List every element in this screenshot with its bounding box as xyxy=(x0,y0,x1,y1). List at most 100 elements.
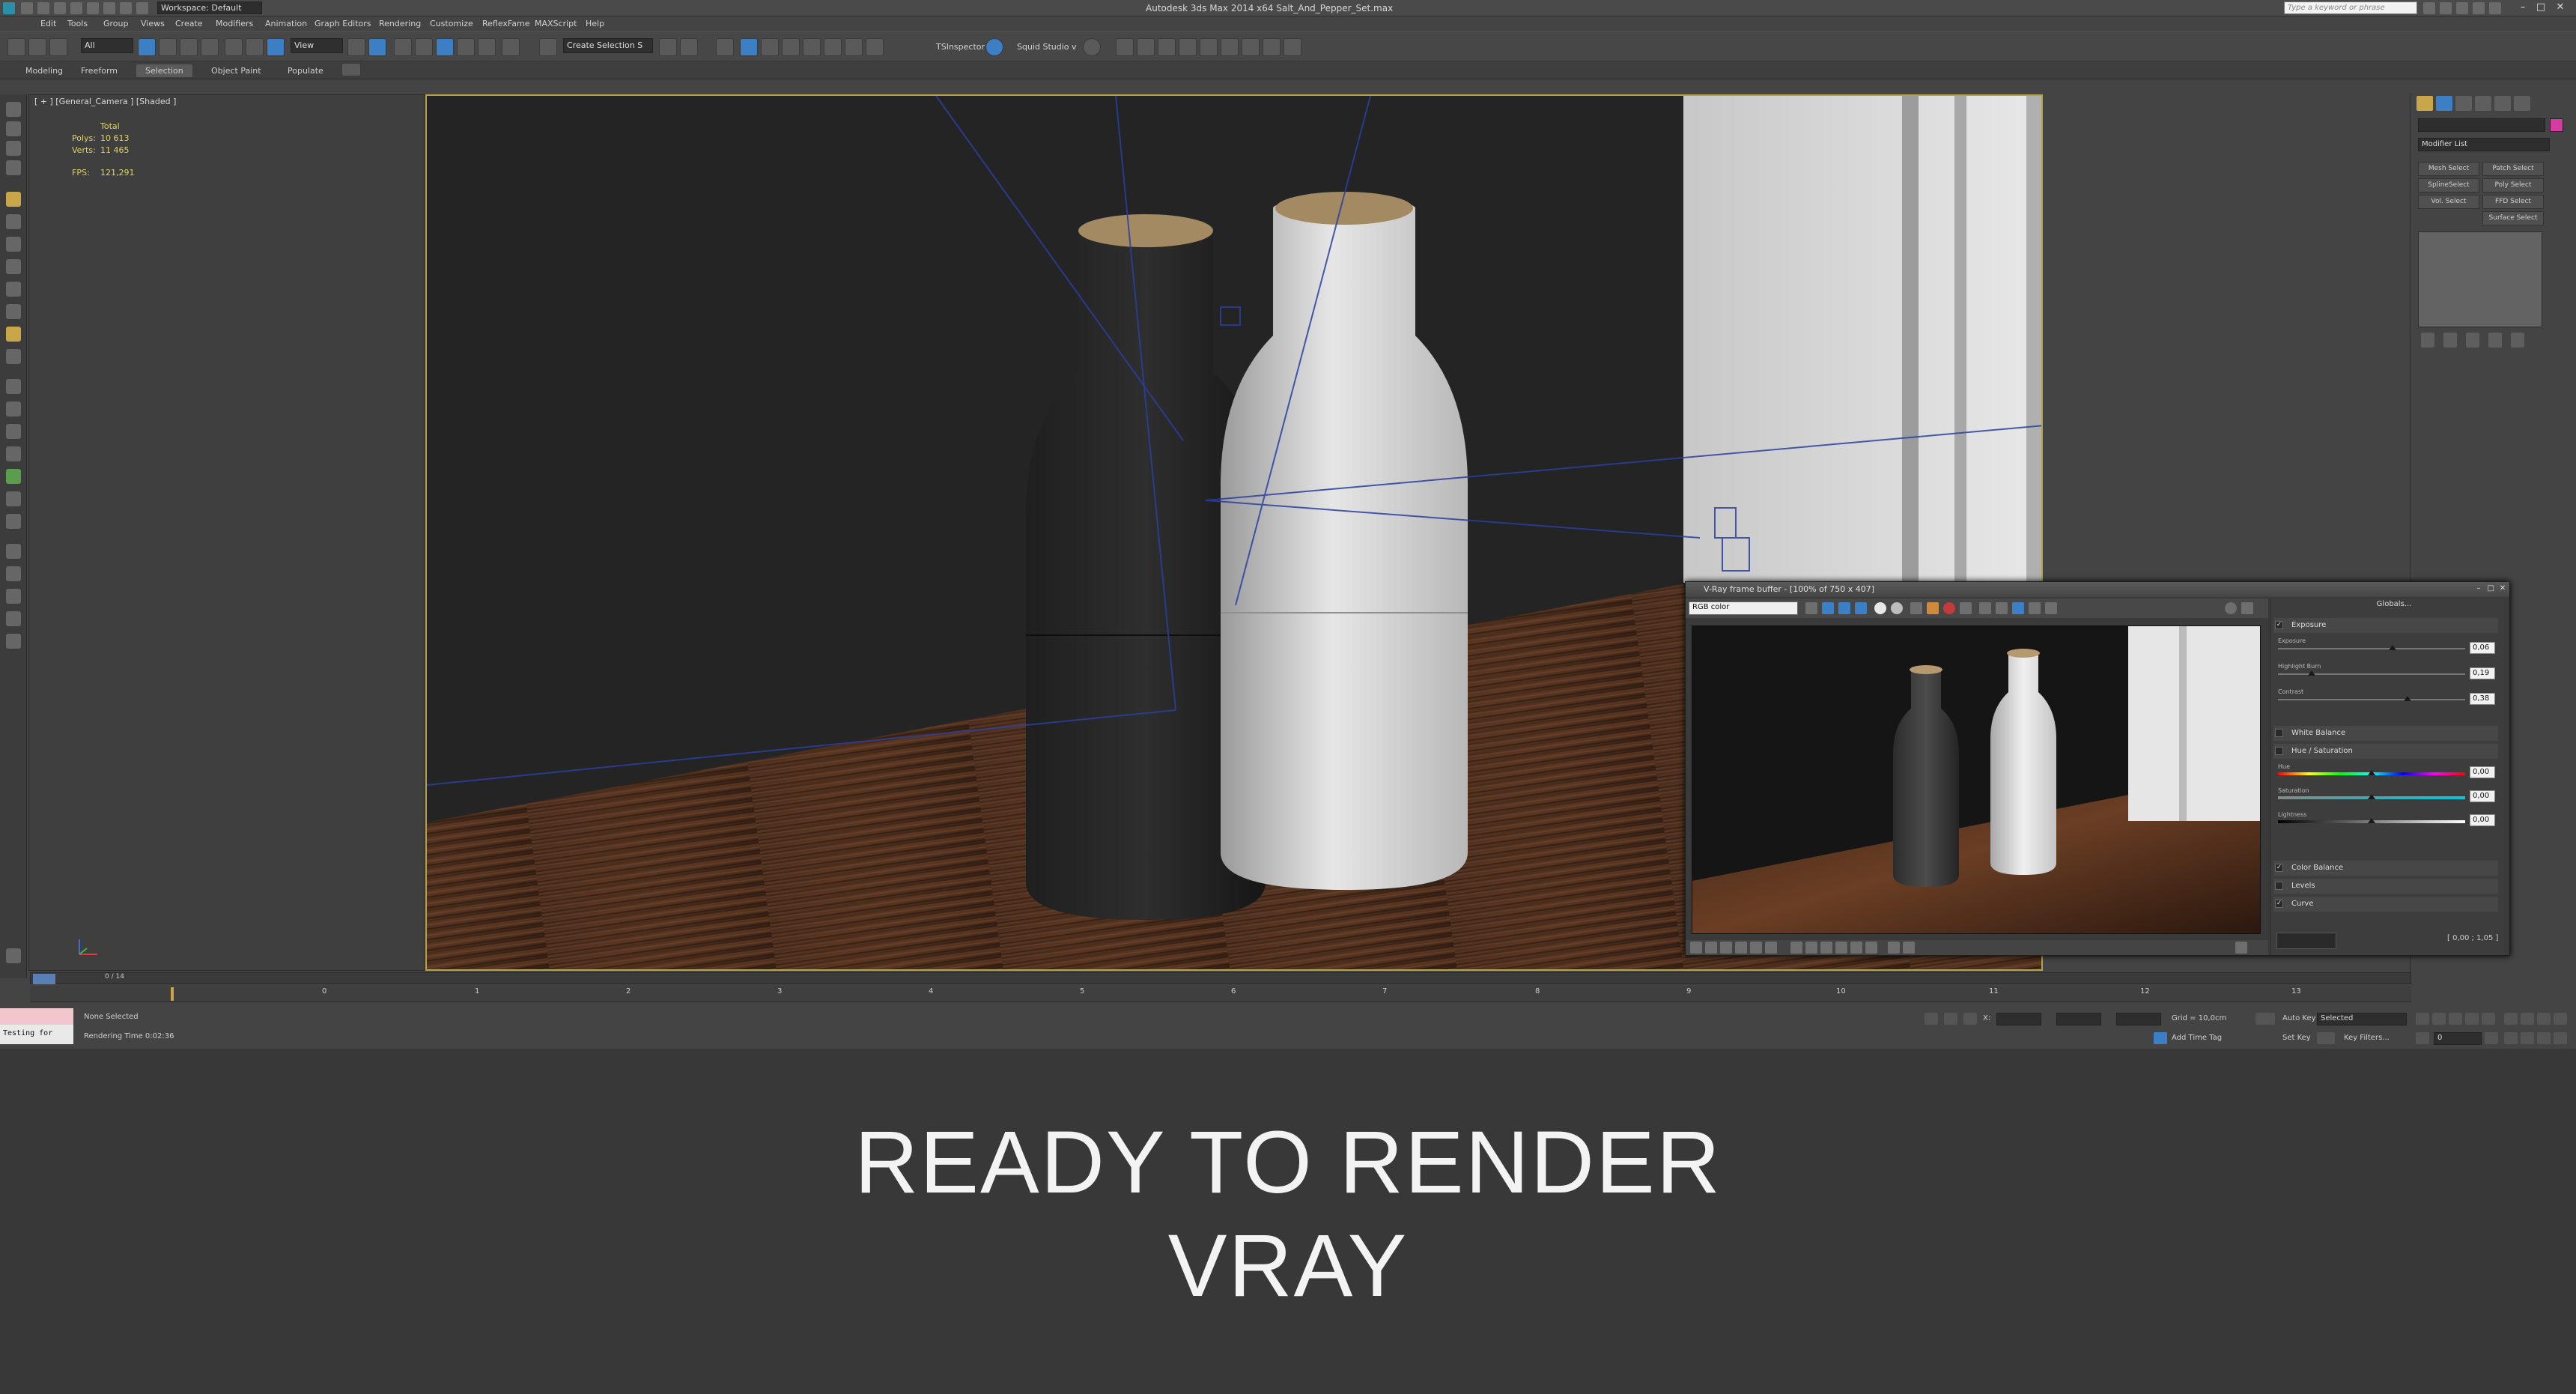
pan-view-icon[interactable] xyxy=(2521,1032,2534,1044)
render-last-icon[interactable] xyxy=(1979,602,1991,614)
particle-icon[interactable] xyxy=(6,491,21,506)
vray-render-icon[interactable] xyxy=(1116,38,1134,56)
scale-icon[interactable] xyxy=(267,38,285,56)
hold-icon[interactable] xyxy=(103,2,115,14)
layer-manager-icon[interactable] xyxy=(716,38,734,56)
curve-row[interactable]: ✓ Curve xyxy=(2273,897,2498,912)
uvw-map-icon[interactable] xyxy=(6,401,21,416)
units-icon[interactable] xyxy=(6,611,21,626)
vfb-title[interactable]: V-Ray frame buffer - [100% of 750 x 407] xyxy=(1686,582,2509,597)
bind-spacewarp-icon[interactable] xyxy=(49,38,67,56)
link-icon[interactable] xyxy=(7,38,25,56)
close-icon[interactable]: ✕ xyxy=(2554,1,2567,13)
configure-sets-icon[interactable] xyxy=(2511,333,2524,348)
subscription-icon[interactable] xyxy=(2440,2,2452,14)
vray-teapot-icon[interactable] xyxy=(1179,38,1197,56)
menu-graph-editors[interactable]: Graph Editors xyxy=(315,19,371,28)
curve-checkbox[interactable]: ✓ xyxy=(2275,900,2283,908)
time-tag-icon[interactable] xyxy=(2154,1032,2167,1044)
hue-slider[interactable] xyxy=(2278,770,2465,775)
material-sphere-icon[interactable] xyxy=(6,544,21,559)
motion-tab-icon[interactable] xyxy=(2475,96,2491,111)
redo-icon[interactable] xyxy=(87,2,99,14)
maximize-icon[interactable]: □ xyxy=(2534,1,2548,13)
menu-edit[interactable]: Edit xyxy=(40,19,56,28)
show-blue-channel-icon[interactable] xyxy=(1891,602,1903,614)
saturation-slider[interactable] xyxy=(2278,794,2465,799)
vfb-bottom-tool-8-icon[interactable] xyxy=(1805,942,1817,954)
rotate-icon[interactable] xyxy=(246,38,264,56)
schematic-view-icon[interactable] xyxy=(782,38,800,56)
create-lights-icon[interactable] xyxy=(6,141,21,156)
expand-arrow-icon[interactable] xyxy=(6,948,21,963)
tab-populate[interactable]: Populate xyxy=(279,64,332,77)
zoom-extents-icon[interactable] xyxy=(2537,1013,2551,1025)
save-image-icon[interactable] xyxy=(1805,602,1817,614)
tsinspector-label[interactable]: TSInspector xyxy=(936,42,985,52)
x-coordinate-field[interactable] xyxy=(1996,1013,2041,1025)
zoom-all-icon[interactable] xyxy=(2521,1013,2534,1025)
object-name-field[interactable] xyxy=(2418,118,2545,132)
zoom-icon[interactable] xyxy=(2504,1013,2518,1025)
search-binoculars-icon[interactable] xyxy=(2423,2,2435,14)
mirror-icon[interactable] xyxy=(659,38,677,56)
maxscript-input[interactable]: Testing for xyxy=(3,1029,52,1037)
save-file-icon[interactable] xyxy=(54,2,66,14)
track-bar[interactable] xyxy=(30,986,2411,1002)
tab-modeling[interactable]: Modeling xyxy=(16,64,72,77)
surface-select-button[interactable]: Surface Select xyxy=(2482,211,2544,225)
edit-named-selection-icon[interactable] xyxy=(502,38,520,56)
stop-render-icon[interactable] xyxy=(1943,602,1955,614)
asset-library-icon[interactable] xyxy=(1284,38,1301,56)
maxscript-listener[interactable]: Testing for xyxy=(0,1008,73,1044)
lut-icon[interactable] xyxy=(2029,602,2041,614)
left-viewport-panel[interactable] xyxy=(28,94,425,971)
vfb-bottom-tool-12-icon[interactable] xyxy=(1865,942,1877,954)
levels-row[interactable]: Levels xyxy=(2273,879,2498,894)
menu-create[interactable]: Create xyxy=(175,19,203,28)
maximize-viewport-icon[interactable] xyxy=(2554,1032,2567,1044)
hue-saturation-row[interactable]: Hue / Saturation xyxy=(2273,744,2498,759)
ribbon-minimize-icon[interactable] xyxy=(341,63,361,76)
lightness-value[interactable]: 0,00 xyxy=(2470,814,2495,826)
vfb-bottom-tool-9-icon[interactable] xyxy=(1820,942,1832,954)
color-balance-checkbox[interactable]: ✓ xyxy=(2275,864,2283,872)
white-balance-checkbox[interactable] xyxy=(2275,729,2283,737)
window-crossing-icon[interactable] xyxy=(201,38,219,56)
new-file-icon[interactable] xyxy=(21,2,33,14)
time-configuration-icon[interactable] xyxy=(2485,1032,2498,1044)
curve-editor[interactable] xyxy=(2276,933,2336,949)
menu-help[interactable]: Help xyxy=(586,19,604,28)
cone-primitive-icon[interactable] xyxy=(6,304,21,319)
sphere-primitive-icon[interactable] xyxy=(6,237,21,252)
spinner-snap-icon[interactable] xyxy=(478,38,496,56)
current-frame-field[interactable]: 0 xyxy=(2434,1032,2482,1045)
vray-frame-buffer-icon[interactable] xyxy=(1242,38,1260,56)
modifier-list-dropdown[interactable]: Modifier List xyxy=(2418,138,2550,151)
named-selection-dropdown[interactable]: Create Selection S xyxy=(563,38,653,53)
history-icon[interactable] xyxy=(2045,602,2057,614)
white-balance-row[interactable]: White Balance xyxy=(2273,726,2498,741)
angle-snap-icon[interactable] xyxy=(436,38,454,56)
zoom-extents-all-icon[interactable] xyxy=(2554,1013,2567,1025)
vray-proxy-icon[interactable] xyxy=(1200,38,1218,56)
make-unique-icon[interactable] xyxy=(2466,333,2479,348)
render-teapot-icon[interactable] xyxy=(866,38,884,56)
levels-checkbox[interactable] xyxy=(2275,882,2283,890)
move-icon[interactable] xyxy=(225,38,243,56)
next-frame-icon[interactable] xyxy=(2465,1013,2479,1025)
tsinspector-icon[interactable] xyxy=(985,38,1003,56)
workspace-dropdown[interactable]: Workspace: Default xyxy=(157,1,262,14)
goto-start-icon[interactable] xyxy=(2416,1013,2429,1025)
foliage-icon[interactable] xyxy=(6,469,21,484)
vfb-bottom-tool-13-icon[interactable] xyxy=(1888,942,1900,954)
highlight-burn-slider[interactable] xyxy=(2278,670,2465,676)
goto-end-icon[interactable] xyxy=(2482,1013,2495,1025)
clear-image-icon[interactable] xyxy=(1927,602,1939,614)
create-selection-icon[interactable] xyxy=(539,38,557,56)
tab-freeform[interactable]: Freeform xyxy=(72,64,127,77)
key-selection-dropdown[interactable]: Selected xyxy=(2317,1013,2407,1025)
reference-coordinate-dropdown[interactable]: View xyxy=(291,38,343,53)
curve-editor-icon[interactable] xyxy=(761,38,779,56)
menu-tools[interactable]: Tools xyxy=(67,19,88,28)
